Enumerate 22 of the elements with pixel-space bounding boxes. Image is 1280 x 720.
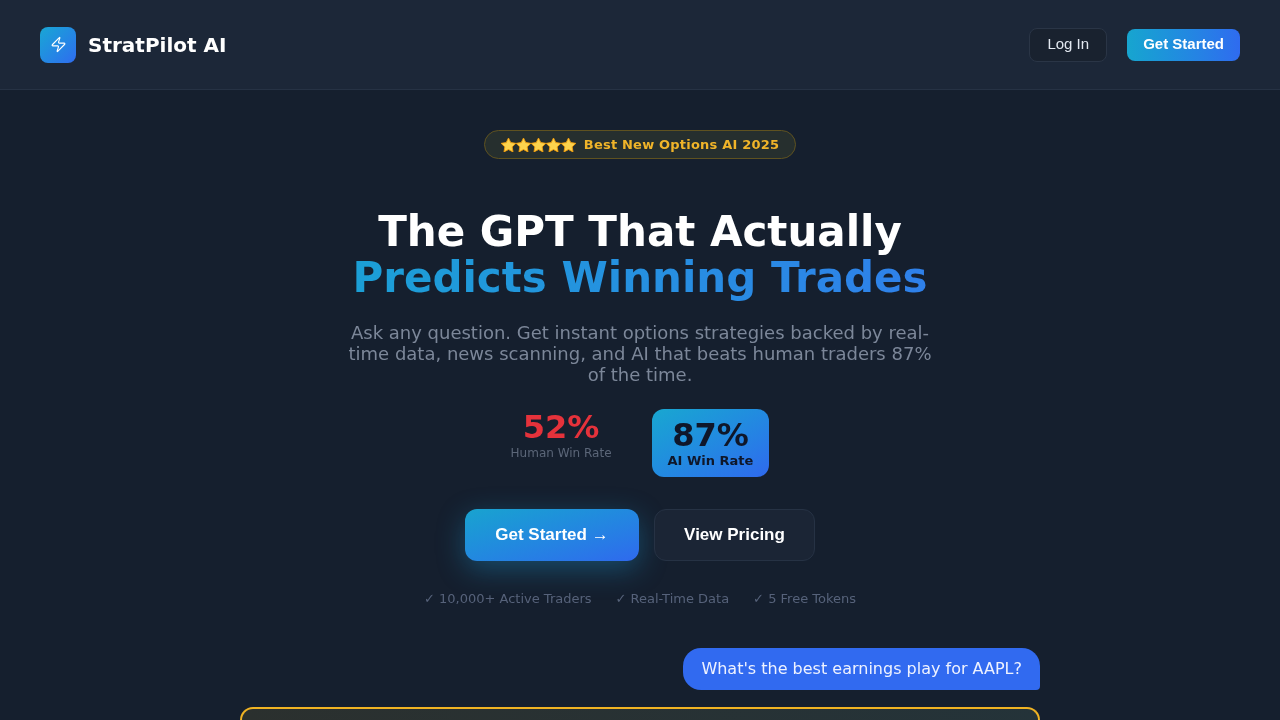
stat-label: Human Win Rate: [510, 445, 612, 461]
subtitle: Ask any question. Get instant options strategies backed by real-time data, news scanning, and AI that beats human traders 87% of the time.: [347, 322, 933, 385]
star-icon: [515, 137, 531, 152]
view-pricing-button[interactable]: View Pricing: [654, 509, 815, 561]
star-icon: [545, 137, 561, 152]
star-icon: [560, 137, 576, 152]
stat-value: 87%: [672, 417, 749, 453]
star-icon: [500, 137, 516, 152]
stat-value: 52%: [522, 409, 600, 445]
stat-label: AI Win Rate: [667, 453, 754, 469]
badge-text: Best New Options AI 2025: [583, 135, 780, 154]
headline: The GPT That Actually: [378, 209, 902, 255]
get-started-button[interactable]: Get Started: [1127, 28, 1240, 61]
lightning-logo-icon: [40, 26, 76, 63]
feature-text: ✓ 5 Free Tokens: [753, 591, 857, 607]
feature-text: ✓ 10,000+ Active Traders: [423, 591, 592, 607]
get-started-button[interactable]: Get Started →: [465, 509, 639, 561]
user-message-bubble: What's the best earnings play for AAPL?: [683, 648, 1040, 690]
star-icon: [530, 137, 546, 152]
feature-text: ✓ Real-Time Data: [615, 591, 730, 607]
brand-name: StratPilot AI: [88, 31, 227, 59]
log-in-button[interactable]: Log In: [1029, 27, 1108, 62]
